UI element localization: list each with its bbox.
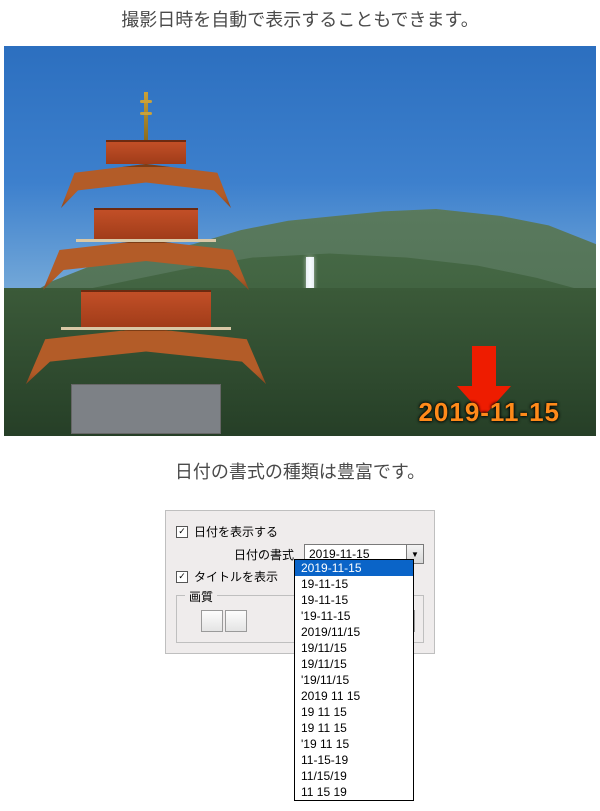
pagoda-finial bbox=[144, 92, 148, 140]
pagoda-body-2 bbox=[94, 208, 198, 240]
date-format-option[interactable]: 2019 11 15 bbox=[295, 688, 413, 704]
caption-mid: 日付の書式の種類は豊富です。 bbox=[0, 436, 600, 498]
date-format-option[interactable]: 19 11 15 bbox=[295, 720, 413, 736]
sample-photo: 2019-11-15 bbox=[4, 46, 596, 436]
date-format-option[interactable]: 11 15 19 bbox=[295, 784, 413, 800]
date-format-option[interactable]: 2019-11-15 bbox=[295, 560, 413, 576]
show-date-checkbox[interactable]: ✓ bbox=[176, 526, 188, 538]
pagoda-body-1 bbox=[81, 290, 211, 328]
pagoda-base bbox=[71, 384, 221, 434]
date-format-option[interactable]: 19-11-15 bbox=[295, 576, 413, 592]
quality-group-label: 画質 bbox=[185, 588, 217, 605]
date-format-dropdown[interactable]: 2019-11-1519-11-1519-11-15'19-11-152019/… bbox=[294, 559, 414, 801]
show-title-checkbox[interactable]: ✓ bbox=[176, 571, 188, 583]
settings-panel: ✓ 日付を表示する 日付の書式 2019-11-15 ▼ ✓ タイトルを表示 画… bbox=[165, 510, 435, 654]
quality-tool-button-2[interactable] bbox=[225, 610, 247, 632]
show-date-label: 日付を表示する bbox=[194, 523, 278, 540]
pagoda-rail-1 bbox=[61, 327, 231, 330]
quality-tool-button-1[interactable] bbox=[201, 610, 223, 632]
date-format-option[interactable]: '19/11/15 bbox=[295, 672, 413, 688]
date-format-option[interactable]: 2019/11/15 bbox=[295, 624, 413, 640]
pagoda-roof-2 bbox=[43, 240, 249, 290]
date-format-label: 日付の書式 bbox=[234, 546, 298, 563]
date-format-option[interactable]: 11-15-19 bbox=[295, 752, 413, 768]
date-format-option[interactable]: '19-11-15 bbox=[295, 608, 413, 624]
date-format-option[interactable]: '19 11 15 bbox=[295, 736, 413, 752]
pagoda-roof-1 bbox=[26, 328, 266, 384]
pagoda bbox=[26, 94, 266, 434]
date-format-option[interactable]: 19-11-15 bbox=[295, 592, 413, 608]
date-format-option[interactable]: 19/11/15 bbox=[295, 640, 413, 656]
date-format-option[interactable]: 19 11 15 bbox=[295, 704, 413, 720]
date-stamp: 2019-11-15 bbox=[418, 397, 560, 428]
pagoda-roof-3 bbox=[61, 164, 231, 208]
date-format-option[interactable]: 11/15/19 bbox=[295, 768, 413, 784]
pagoda-body-3 bbox=[106, 140, 186, 164]
caption-top: 撮影日時を自動で表示することもできます。 bbox=[0, 0, 600, 46]
pagoda-rail-2 bbox=[76, 239, 216, 242]
date-format-option[interactable]: 19/11/15 bbox=[295, 656, 413, 672]
show-title-label: タイトルを表示 bbox=[194, 568, 278, 585]
